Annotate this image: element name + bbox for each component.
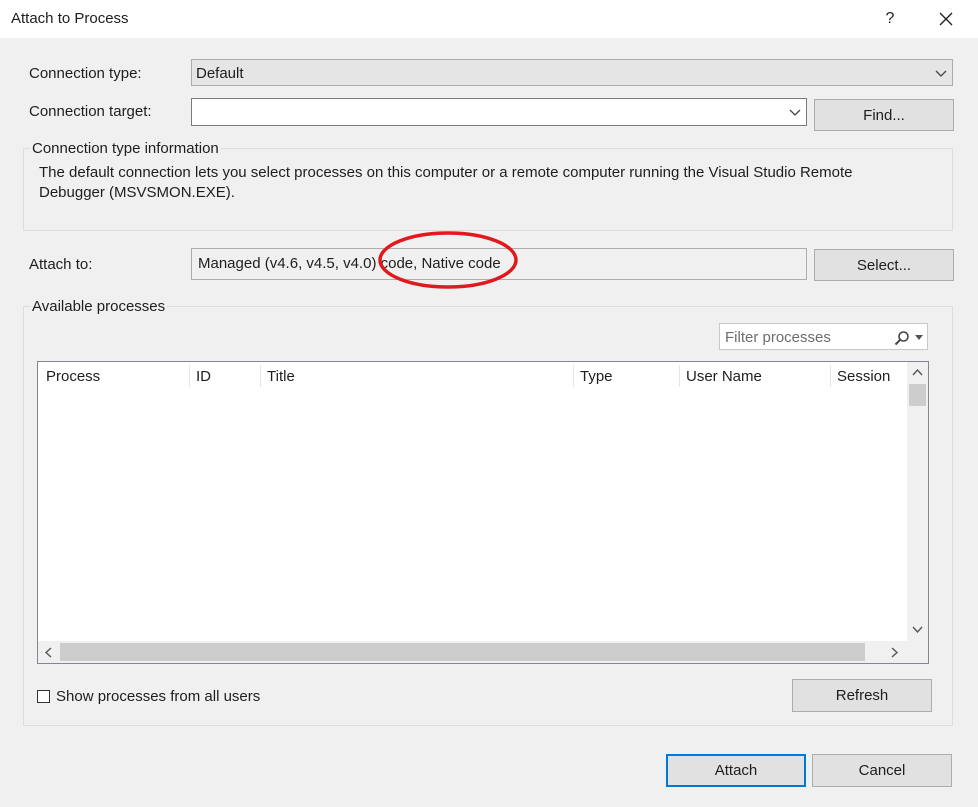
connection-type-dropdown[interactable]: Default — [191, 59, 953, 86]
column-type[interactable]: Type — [580, 368, 613, 385]
search-icon[interactable] — [894, 330, 910, 346]
scroll-left-icon[interactable] — [44, 647, 52, 658]
connection-type-value: Default — [196, 65, 244, 82]
chevron-down-icon — [935, 70, 947, 77]
vertical-scrollbar[interactable] — [907, 362, 928, 641]
vertical-scroll-thumb[interactable] — [909, 384, 926, 406]
refresh-button[interactable]: Refresh — [792, 679, 932, 712]
filter-placeholder: Filter processes — [725, 329, 831, 346]
filter-dropdown-icon[interactable] — [915, 335, 923, 340]
connection-type-label: Connection type: — [29, 65, 142, 82]
window-title: Attach to Process — [11, 10, 129, 27]
show-all-users-toggle[interactable]: Show processes from all users — [37, 688, 260, 705]
chevron-down-icon — [789, 109, 801, 116]
find-button[interactable]: Find... — [814, 99, 954, 131]
column-process[interactable]: Process — [46, 368, 100, 385]
column-session[interactable]: Session — [837, 368, 890, 385]
close-icon — [939, 12, 953, 26]
scroll-down-icon[interactable] — [912, 626, 923, 634]
process-list[interactable]: Process ID Title Type User Name Session — [37, 361, 929, 664]
red-circle-annotation — [378, 231, 518, 289]
attach-button[interactable]: Attach — [666, 754, 806, 787]
connection-target-combobox[interactable] — [191, 98, 807, 126]
available-processes-caption: Available processes — [30, 298, 168, 315]
cancel-button[interactable]: Cancel — [812, 754, 952, 787]
show-all-users-label: Show processes from all users — [56, 688, 261, 705]
connection-info-caption: Connection type information — [30, 140, 221, 157]
attach-to-label: Attach to: — [29, 256, 93, 273]
show-all-users-checkbox[interactable] — [37, 690, 50, 703]
scroll-right-icon[interactable] — [891, 647, 899, 658]
column-id[interactable]: ID — [196, 368, 211, 385]
process-list-header: Process ID Title Type User Name Session — [38, 362, 907, 392]
title-bar: Attach to Process ? — [0, 0, 978, 38]
scroll-up-icon[interactable] — [912, 368, 923, 376]
column-user-name[interactable]: User Name — [686, 368, 762, 385]
filter-processes-input[interactable]: Filter processes — [719, 323, 928, 350]
close-button[interactable] — [924, 4, 968, 34]
help-button[interactable]: ? — [872, 4, 908, 34]
connection-target-label: Connection target: — [29, 103, 152, 120]
horizontal-scrollbar[interactable] — [38, 641, 928, 663]
horizontal-scroll-thumb[interactable] — [60, 643, 865, 661]
connection-info-text: The default connection lets you select p… — [39, 164, 853, 201]
column-title[interactable]: Title — [267, 368, 295, 385]
select-button[interactable]: Select... — [814, 249, 954, 281]
